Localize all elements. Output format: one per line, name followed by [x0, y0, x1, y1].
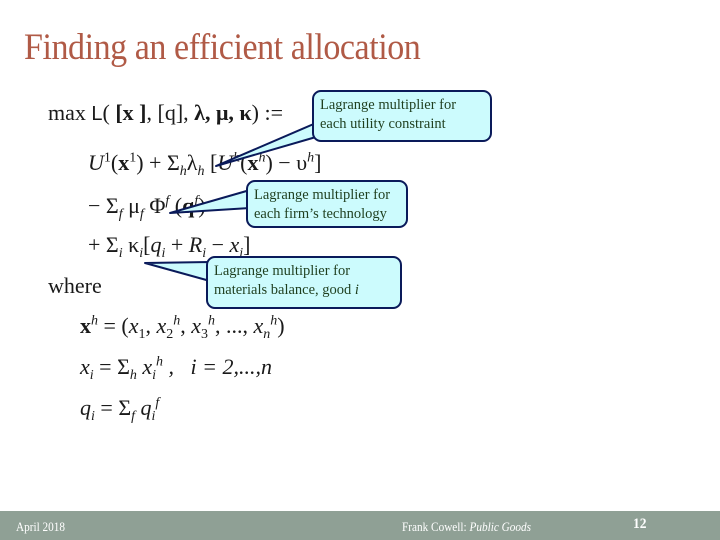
sum-symbol: Σ — [166, 150, 180, 175]
q-vector: q — [182, 193, 195, 218]
utility-symbol: U — [88, 150, 104, 175]
subscript: 3 — [201, 326, 209, 342]
paren: ) − — [265, 150, 297, 175]
subscript: n — [263, 326, 271, 342]
superscript: 1 — [103, 150, 111, 166]
multipliers: λ, μ, κ — [194, 100, 252, 125]
subscript: i — [152, 367, 157, 383]
equals: = ( — [98, 313, 129, 338]
minus-sign: − — [206, 232, 230, 257]
phi-symbol: Φ — [143, 193, 166, 218]
separator: , — [146, 100, 158, 125]
max-operator: max — [48, 100, 86, 125]
paren: ) — [198, 193, 206, 218]
x-vector: x — [118, 150, 130, 175]
formula-utility-term: U1(x1) + Σhλh [Uh(xh) − υh] — [88, 150, 322, 179]
upsilon-symbol: υ — [296, 150, 308, 175]
footer-author: Frank Cowell: Public Goods — [402, 520, 531, 535]
subscript: 2 — [166, 326, 174, 342]
defined-as: ) := — [251, 100, 284, 125]
q-symbol: q — [135, 395, 152, 420]
x-symbol: x — [80, 354, 90, 379]
x-symbol: x — [229, 232, 240, 257]
x-vector: x — [247, 150, 259, 175]
definition-xh: xh = (x1, x2h, x3h, ..., xnh) — [80, 313, 285, 342]
superscript: h — [156, 354, 164, 370]
formula-materials-balance-term: + Σi κi[qi + Ri − xi] — [88, 232, 251, 260]
subscript: h — [179, 163, 187, 179]
callout-text: materials balance, good i — [214, 281, 392, 300]
x-symbol: x — [253, 313, 264, 338]
subscript: h — [129, 367, 137, 383]
definition-qi: qi = Σf qif — [80, 395, 160, 424]
equals: = — [94, 395, 119, 420]
paren: ( — [169, 193, 183, 218]
comma: , — [180, 313, 192, 338]
subscript: i — [151, 408, 156, 424]
callout-pointer-materials — [144, 261, 211, 282]
sum-symbol: Σ — [105, 193, 119, 218]
superscript: f — [155, 395, 160, 411]
paren: ) — [277, 313, 285, 338]
q-symbol: q — [150, 232, 162, 257]
callout-text: Lagrange multiplier for — [214, 263, 351, 279]
callout-technology-multiplier: Lagrange multiplier for each firm’s tech… — [246, 180, 408, 228]
x-symbol: x — [191, 313, 202, 338]
x-symbol: x — [136, 354, 153, 379]
lagrangian-symbol: L — [91, 103, 103, 125]
minus-sign: − — [88, 193, 106, 218]
callout-text-main: materials balance, good — [214, 282, 355, 298]
sum-symbol: Σ — [118, 395, 132, 420]
sum-symbol: Σ — [105, 232, 119, 257]
kappa-symbol: κ — [122, 232, 140, 257]
paren-open: ( — [102, 100, 116, 125]
callout-text: Lagrange multiplier for — [320, 97, 457, 113]
comma: , — [145, 313, 157, 338]
resource-symbol: R — [188, 232, 203, 257]
superscript: h — [208, 313, 216, 329]
equals: = — [93, 354, 118, 379]
q-symbol: q — [80, 395, 91, 420]
definition-xi: xi = Σh xih , i = 2,...,n — [80, 354, 273, 383]
x-vector: x — [80, 313, 91, 338]
superscript: h — [91, 313, 98, 329]
course-title: Public Goods — [469, 520, 532, 534]
callout-text: each utility constraint — [320, 116, 446, 132]
callout-text-italic: i — [354, 282, 359, 298]
x-vector: [x ] — [115, 100, 147, 125]
callout-materials-balance-multiplier: Lagrange multiplier for materials balanc… — [206, 256, 402, 309]
slide-footer: April 2018 Frank Cowell: Public Goods 12 — [0, 511, 720, 540]
callout-text: each firm’s technology — [254, 206, 387, 222]
formula-technology-term: − Σf μf Φf (qf) — [88, 193, 206, 221]
lambda-symbol: λ — [186, 150, 198, 175]
x-symbol: x — [128, 313, 139, 338]
bracket: ] — [314, 150, 322, 175]
plus-sign: + — [165, 232, 189, 257]
ellipsis: , ..., — [215, 313, 254, 338]
author-name: Frank Cowell: — [402, 520, 470, 534]
footer-date: April 2018 — [16, 520, 66, 534]
lagrangian-definition: max L( [x ], [q], λ, μ, κ) := — [48, 100, 283, 126]
sum-symbol: Σ — [117, 354, 130, 379]
separator: , — [183, 100, 195, 125]
bracket: ] — [243, 232, 251, 257]
slide-title: Finding an efficient allocation — [24, 27, 421, 68]
q-vector: [q] — [157, 100, 184, 125]
subscript: 1 — [138, 326, 146, 342]
callout-text: Lagrange multiplier for — [254, 187, 391, 203]
callout-utility-multiplier: Lagrange multiplier for each utility con… — [312, 90, 492, 142]
bracket: [ — [204, 150, 218, 175]
mu-symbol: μ — [122, 193, 140, 218]
plus-sign: + — [88, 232, 106, 257]
where-label: where — [48, 273, 102, 298]
index-range: , i = 2,...,n — [163, 354, 273, 379]
paren: ) + — [136, 150, 167, 175]
page-number: 12 — [633, 516, 647, 532]
utility-symbol: U — [217, 150, 234, 175]
x-symbol: x — [156, 313, 167, 338]
